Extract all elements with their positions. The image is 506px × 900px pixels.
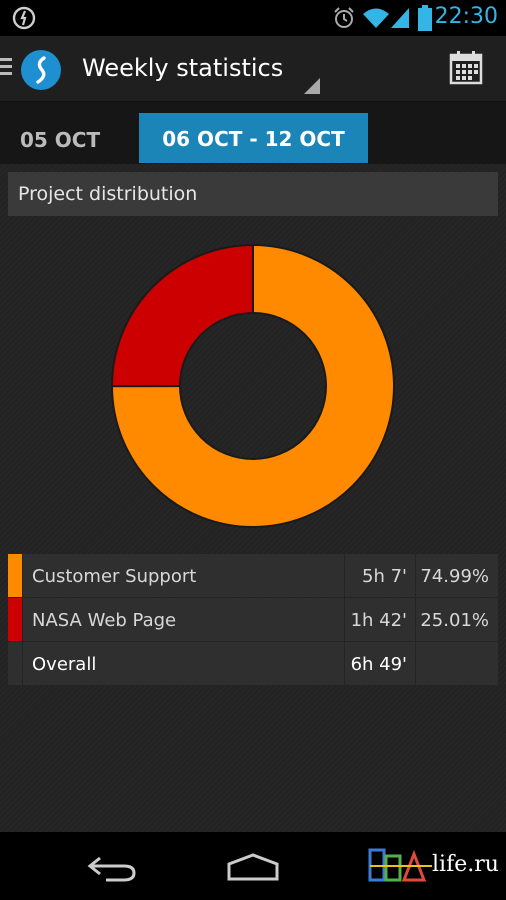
project-percent: 74.99% xyxy=(420,566,489,587)
project-distribution-chart xyxy=(110,243,395,528)
drawer-icon[interactable] xyxy=(0,58,14,80)
overall-name-cell: Overall xyxy=(23,642,344,685)
action-bar: Weekly statistics xyxy=(0,36,506,102)
tab-previous-week[interactable]: 05 OCT xyxy=(20,128,100,152)
stats-table: Customer Support 5h 7' 74.99% NASA Web P… xyxy=(8,554,498,686)
overall-percent-cell xyxy=(416,642,498,685)
project-name-cell: Customer Support xyxy=(23,554,344,597)
page-title[interactable]: Weekly statistics xyxy=(82,54,283,82)
watermark: life.ru xyxy=(368,846,500,886)
battery-icon xyxy=(418,5,432,31)
wifi-icon xyxy=(363,8,389,28)
tab-current-week-label: 06 OCT - 12 OCT xyxy=(162,127,345,151)
section-header: Project distribution xyxy=(8,172,498,216)
time-cell: 5h 7' xyxy=(345,554,415,597)
app-logo-icon[interactable] xyxy=(20,49,62,91)
table-row[interactable]: NASA Web Page 1h 42' 25.01% xyxy=(8,598,498,642)
table-row[interactable]: Customer Support 5h 7' 74.99% xyxy=(8,554,498,598)
back-icon[interactable] xyxy=(86,852,138,882)
week-tab-strip: 05 OCT 06 OCT - 12 OCT xyxy=(0,102,506,164)
navigation-bar: life.ru xyxy=(0,832,506,900)
home-icon[interactable] xyxy=(226,852,280,882)
watermark-logo-icon xyxy=(368,848,432,882)
donut-slice-nasa-web-page xyxy=(110,243,254,388)
alarm-icon xyxy=(334,7,354,28)
project-name-cell: NASA Web Page xyxy=(23,598,344,641)
overall-label: Overall xyxy=(32,654,97,675)
dropdown-indicator-icon[interactable] xyxy=(304,78,320,94)
project-time: 5h 7' xyxy=(362,566,407,587)
overall-time: 6h 49' xyxy=(350,654,407,675)
status-bar: 22:30 xyxy=(0,0,506,36)
color-swatch xyxy=(8,554,22,597)
percent-cell: 74.99% xyxy=(416,554,498,597)
table-row-overall: Overall 6h 49' xyxy=(8,642,498,686)
sync-icon xyxy=(12,6,36,30)
section-title: Project distribution xyxy=(18,183,198,205)
time-cell: 1h 42' xyxy=(345,598,415,641)
project-time: 1h 42' xyxy=(350,610,407,631)
watermark-text: life.ru xyxy=(432,852,499,877)
calendar-icon[interactable] xyxy=(448,50,484,86)
clock: 22:30 xyxy=(434,4,498,29)
project-name: Customer Support xyxy=(32,566,197,587)
project-percent: 25.01% xyxy=(420,610,489,631)
project-name: NASA Web Page xyxy=(32,610,177,631)
color-swatch xyxy=(8,598,22,641)
color-swatch xyxy=(8,642,22,685)
overall-time-cell: 6h 49' xyxy=(345,642,415,685)
signal-icon xyxy=(391,8,409,28)
tab-current-week[interactable]: 06 OCT - 12 OCT xyxy=(139,113,368,163)
percent-cell: 25.01% xyxy=(416,598,498,641)
